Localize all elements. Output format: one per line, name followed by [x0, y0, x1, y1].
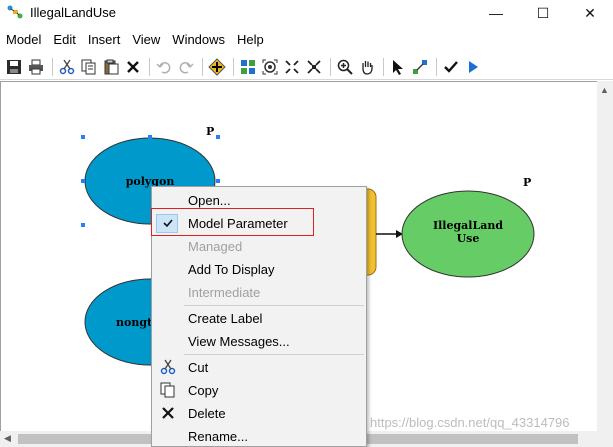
run-icon[interactable] [463, 57, 483, 77]
model-builder-app-icon [7, 5, 23, 19]
window-title: IllegalLandUse [30, 5, 117, 20]
toolbar [0, 54, 613, 80]
menu-view[interactable]: View [126, 28, 166, 52]
context-managed: Managed [152, 235, 366, 258]
context-separator [184, 305, 364, 306]
illegal-land-use-label-2: Use [457, 232, 480, 245]
context-add-to-display[interactable]: Add To Display [152, 258, 366, 281]
cut-icon [160, 359, 176, 375]
fixed-zoom-in-icon[interactable] [282, 57, 302, 77]
zoom-in-icon[interactable] [335, 57, 355, 77]
scroll-left-arrow-icon[interactable]: ◀ [4, 433, 11, 444]
title-bar: IllegalLandUse — ☐ ✕ [0, 0, 613, 26]
context-intermediate-label: Intermediate [188, 285, 261, 300]
add-data-icon[interactable] [207, 57, 227, 77]
context-intermediate: Intermediate [152, 281, 366, 304]
context-create-label-label: Create Label [188, 311, 263, 326]
context-open-label: Open... [188, 193, 231, 208]
nongtian-node-label: nongt [116, 316, 153, 329]
illegal-land-use-parameter-marker: P [523, 176, 531, 189]
copy-icon [160, 382, 176, 398]
toolbar-separator [202, 57, 203, 76]
pan-icon[interactable] [357, 57, 377, 77]
close-button[interactable]: ✕ [567, 0, 613, 26]
vertical-scrollbar[interactable]: ▲ [597, 81, 613, 431]
context-delete[interactable]: Delete [152, 402, 366, 425]
paste-icon[interactable] [101, 57, 121, 77]
context-managed-label: Managed [188, 239, 243, 254]
polygon-parameter-marker: P [206, 125, 214, 138]
menu-bar: Model Edit Insert View Windows Help [0, 28, 613, 52]
maximize-button[interactable]: ☐ [520, 0, 566, 26]
validate-icon[interactable] [441, 57, 461, 77]
scroll-up-arrow-icon[interactable]: ▲ [600, 85, 609, 95]
menu-model[interactable]: Model [0, 28, 47, 52]
context-add-to-display-label: Add To Display [188, 262, 275, 277]
context-copy[interactable]: Copy [152, 379, 366, 402]
context-delete-label: Delete [188, 406, 226, 421]
save-icon[interactable] [4, 57, 24, 77]
toolbar-separator [149, 57, 150, 76]
fixed-zoom-out-icon[interactable] [304, 57, 324, 77]
context-cut-label: Cut [188, 360, 209, 375]
context-view-messages[interactable]: View Messages... [152, 330, 366, 353]
toolbar-separator [330, 57, 331, 76]
menu-insert[interactable]: Insert [82, 28, 127, 52]
context-rename-label: Rename... [188, 429, 248, 444]
toolbar-separator [383, 57, 384, 76]
cut-icon[interactable] [57, 57, 77, 77]
full-extent-icon[interactable] [260, 57, 280, 77]
auto-layout-icon[interactable] [238, 57, 258, 77]
context-view-messages-label: View Messages... [188, 334, 290, 349]
delete-icon [160, 405, 176, 421]
copy-icon[interactable] [79, 57, 99, 77]
toolbar-separator [233, 57, 234, 76]
print-icon[interactable] [26, 57, 46, 77]
minimize-button[interactable]: — [473, 0, 519, 26]
illegal-land-use-label-1: IllegalLand [433, 219, 503, 232]
annotation-highlight-box [151, 208, 314, 236]
context-rename[interactable]: Rename... [152, 425, 366, 447]
toolbar-separator [436, 57, 437, 76]
connect-icon[interactable] [410, 57, 430, 77]
menu-edit[interactable]: Edit [47, 28, 81, 52]
context-copy-label: Copy [188, 383, 219, 398]
context-create-label[interactable]: Create Label [152, 307, 366, 330]
watermark: https://blog.csdn.net/qq_43314796 [370, 415, 570, 430]
redo-icon[interactable] [176, 57, 196, 77]
delete-icon[interactable] [123, 57, 143, 77]
select-icon[interactable] [388, 57, 408, 77]
context-cut[interactable]: Cut [152, 356, 366, 379]
context-separator [184, 354, 364, 355]
toolbar-separator [52, 57, 53, 76]
menu-windows[interactable]: Windows [166, 28, 231, 52]
menu-help[interactable]: Help [231, 28, 270, 52]
undo-icon[interactable] [154, 57, 174, 77]
